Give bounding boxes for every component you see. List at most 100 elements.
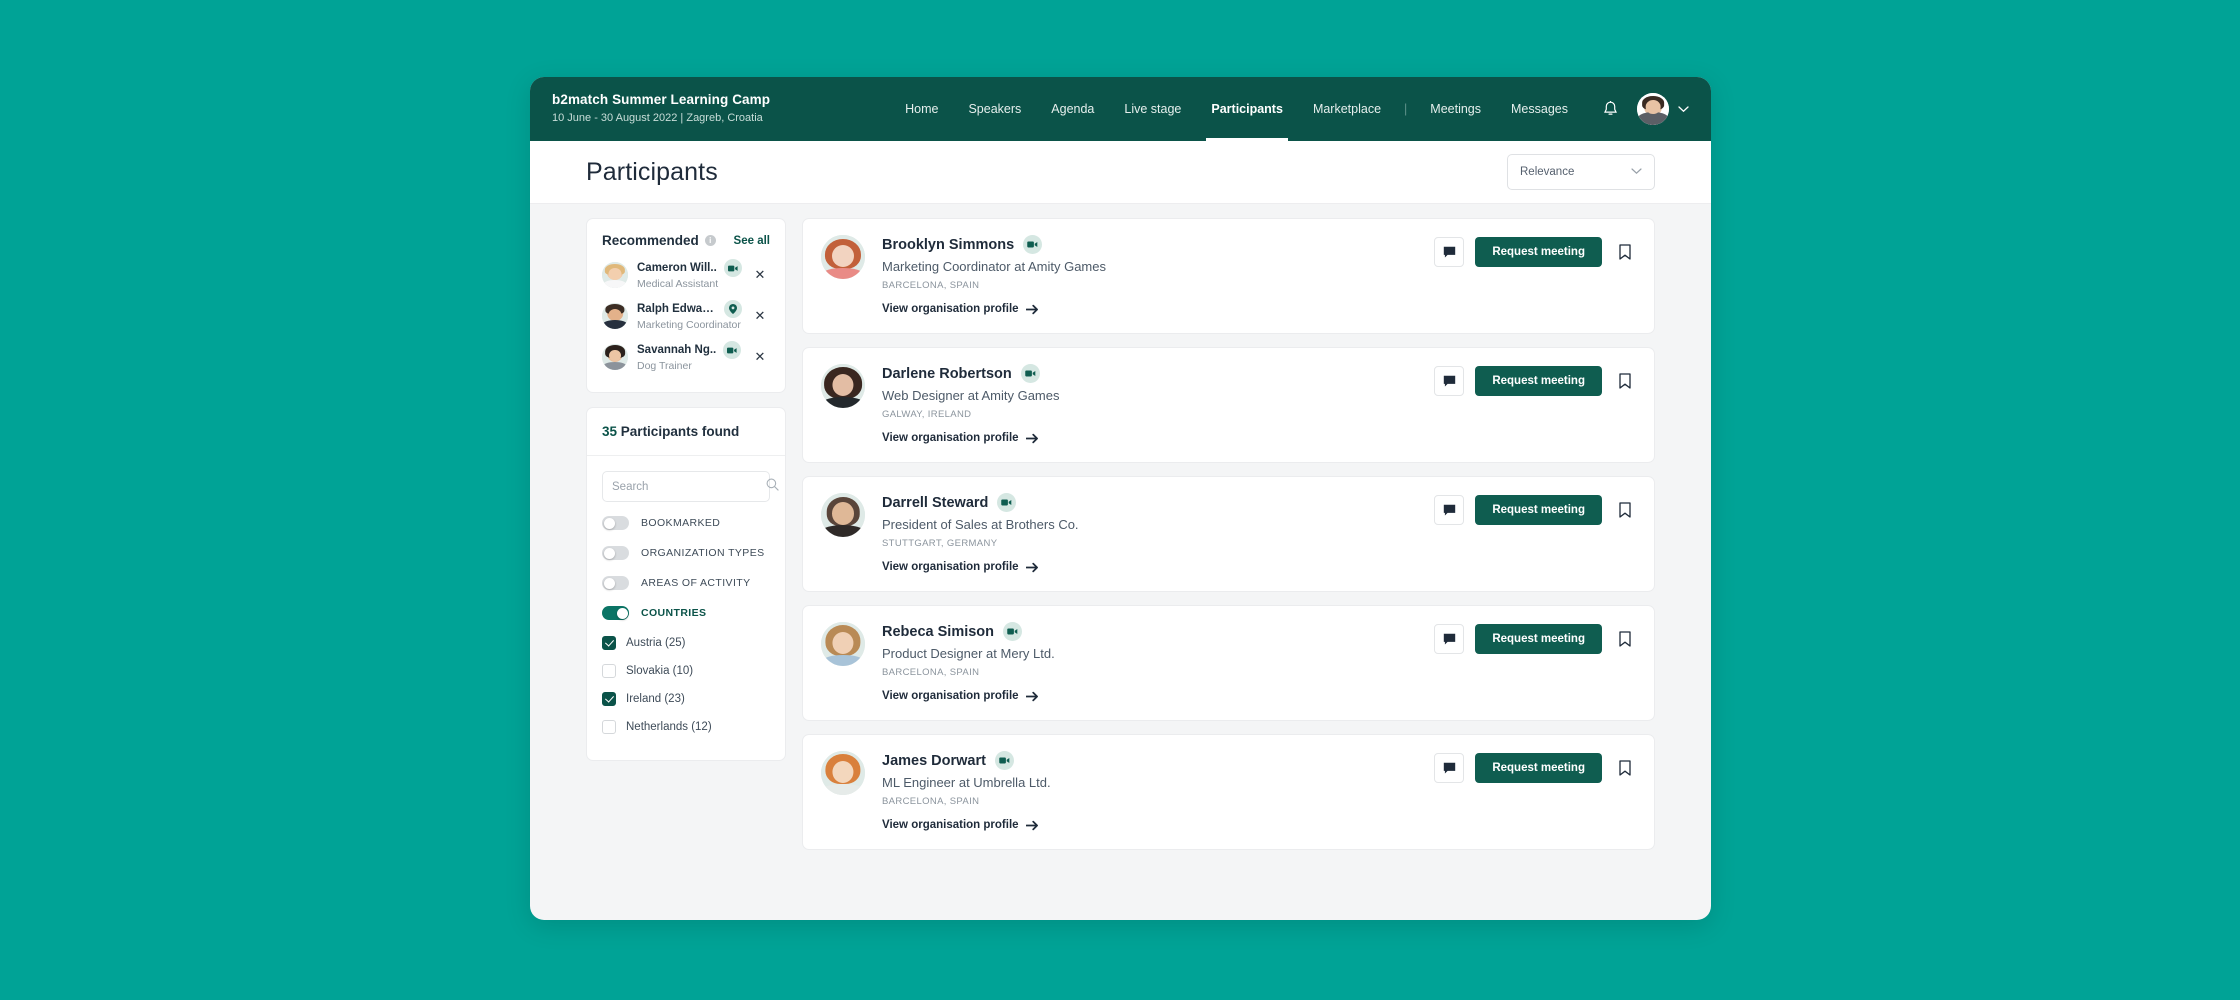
- participant-card[interactable]: Darrell Steward President of Sales at Br…: [802, 476, 1655, 592]
- participant-name: James Dorwart: [882, 752, 986, 769]
- participants-found: 35 Participants found: [587, 408, 785, 456]
- country-label: Ireland (23): [626, 693, 685, 705]
- nav-item-home[interactable]: Home: [890, 77, 953, 141]
- arrow-right-icon: [1025, 304, 1039, 315]
- page-header: Participants Relevance: [530, 141, 1711, 204]
- view-organisation-profile-link[interactable]: View organisation profile: [882, 690, 1039, 702]
- toggle-switch[interactable]: [602, 546, 629, 560]
- nav-item-marketplace[interactable]: Marketplace: [1298, 77, 1396, 141]
- chat-bubble-icon[interactable]: [1434, 237, 1465, 267]
- chat-bubble-icon[interactable]: [1434, 624, 1465, 654]
- filter-toggle-bookmarked[interactable]: BOOKMARKED: [602, 516, 770, 530]
- user-menu[interactable]: [1637, 93, 1689, 125]
- request-meeting-button[interactable]: Request meeting: [1475, 237, 1602, 267]
- view-profile-label: View organisation profile: [882, 819, 1019, 831]
- page-root: b2match Summer Learning Camp 10 June - 3…: [0, 0, 2240, 1000]
- nav-label: Live stage: [1124, 102, 1182, 116]
- chat-bubble-icon[interactable]: [1434, 495, 1465, 525]
- filter-toggle-countries[interactable]: COUNTRIES: [602, 606, 770, 620]
- toggle-switch[interactable]: [602, 576, 629, 590]
- view-organisation-profile-link[interactable]: View organisation profile: [882, 561, 1039, 573]
- video-icon: [997, 493, 1017, 512]
- location-pin-icon: [724, 300, 742, 318]
- view-organisation-profile-link[interactable]: View organisation profile: [882, 303, 1039, 315]
- nav-label: Messages: [1511, 102, 1568, 116]
- filter-toggle-label: AREAS OF ACTIVITY: [641, 577, 751, 589]
- bookmark-icon[interactable]: [1616, 757, 1634, 779]
- request-meeting-button[interactable]: Request meeting: [1475, 753, 1602, 783]
- close-icon[interactable]: ✕: [750, 308, 770, 324]
- request-meeting-button[interactable]: Request meeting: [1475, 624, 1602, 654]
- view-organisation-profile-link[interactable]: View organisation profile: [882, 432, 1039, 444]
- filter-toggle-label: BOOKMARKED: [641, 517, 721, 529]
- nav-item-agenda[interactable]: Agenda: [1036, 77, 1109, 141]
- participant-card[interactable]: Darlene Robertson Web Designer at Amity …: [802, 347, 1655, 463]
- bookmark-icon[interactable]: [1616, 499, 1634, 521]
- event-brand: b2match Summer Learning Camp 10 June - 3…: [552, 92, 770, 126]
- participant-actions: Request meeting: [1434, 751, 1634, 783]
- toggle-switch[interactable]: [602, 606, 629, 620]
- checkbox[interactable]: [602, 692, 616, 706]
- bell-icon[interactable]: [1593, 92, 1627, 126]
- request-meeting-button[interactable]: Request meeting: [1475, 366, 1602, 396]
- bookmark-icon[interactable]: [1616, 370, 1634, 392]
- nav-item-meetings[interactable]: Meetings: [1415, 77, 1496, 141]
- recommended-item[interactable]: Savannah Ng.. Dog Trainer ✕: [602, 341, 770, 372]
- checkbox[interactable]: [602, 720, 616, 734]
- request-meeting-button[interactable]: Request meeting: [1475, 495, 1602, 525]
- chevron-down-icon: [1631, 166, 1642, 178]
- nav-item-live-stage[interactable]: Live stage: [1109, 77, 1196, 141]
- participant-actions: Request meeting: [1434, 364, 1634, 396]
- country-checkbox-netherlands[interactable]: Netherlands (12): [602, 720, 770, 734]
- nav-separator: |: [1404, 102, 1408, 116]
- country-checkbox-slovakia[interactable]: Slovakia (10): [602, 664, 770, 678]
- bookmark-icon[interactable]: [1616, 241, 1634, 263]
- participant-actions: Request meeting: [1434, 622, 1634, 654]
- close-icon[interactable]: ✕: [750, 267, 770, 283]
- recommended-item[interactable]: Ralph Edwards Marketing Coordinator ✕: [602, 300, 770, 331]
- nav-item-messages[interactable]: Messages: [1496, 77, 1583, 141]
- participants-count: 35: [602, 424, 618, 439]
- search-box[interactable]: [602, 471, 779, 502]
- country-label: Austria (25): [626, 637, 686, 649]
- nav-item-speakers[interactable]: Speakers: [953, 77, 1036, 141]
- checkbox[interactable]: [602, 636, 616, 650]
- chat-bubble-icon[interactable]: [1434, 366, 1465, 396]
- avatar: [1637, 93, 1669, 125]
- recommended-panel: Recommended i See all Cameron Will.. Med…: [586, 218, 786, 393]
- info-icon[interactable]: i: [704, 235, 716, 246]
- sort-dropdown[interactable]: Relevance: [1507, 154, 1655, 190]
- toggle-switch[interactable]: [602, 516, 629, 530]
- avatar: [821, 622, 865, 666]
- video-icon: [723, 259, 742, 277]
- recommended-item-text: Ralph Edwards Marketing Coordinator: [637, 300, 742, 331]
- chat-bubble-icon[interactable]: [1434, 753, 1465, 783]
- filter-toggle-areas-of-activity[interactable]: AREAS OF ACTIVITY: [602, 576, 770, 590]
- country-checkbox-ireland[interactable]: Ireland (23): [602, 692, 770, 706]
- filter-toggle-organization-types[interactable]: ORGANIZATION TYPES: [602, 546, 770, 560]
- bookmark-icon[interactable]: [1616, 628, 1634, 650]
- see-all-link[interactable]: See all: [734, 235, 770, 247]
- view-organisation-profile-link[interactable]: View organisation profile: [882, 819, 1039, 831]
- participant-name: Brooklyn Simmons: [882, 236, 1015, 253]
- participant-info: James Dorwart ML Engineer at Umbrella Lt…: [882, 751, 1420, 833]
- recommended-item-role: Marketing Coordinator: [637, 319, 741, 331]
- participant-card[interactable]: Rebeca Simison Product Designer at Mery …: [802, 605, 1655, 721]
- video-icon: [723, 341, 742, 359]
- participant-card[interactable]: James Dorwart ML Engineer at Umbrella Lt…: [802, 734, 1655, 850]
- participant-role: Product Designer at Mery Ltd.: [882, 646, 1055, 661]
- close-icon[interactable]: ✕: [750, 349, 770, 365]
- country-checkbox-austria[interactable]: Austria (25): [602, 636, 770, 650]
- top-navigation-bar: b2match Summer Learning Camp 10 June - 3…: [530, 77, 1711, 141]
- recommended-item[interactable]: Cameron Will.. Medical Assistant ✕: [602, 259, 770, 290]
- avatar: [821, 751, 865, 795]
- checkbox[interactable]: [602, 664, 616, 678]
- nav-item-participants[interactable]: Participants: [1196, 77, 1298, 141]
- nav-label: Meetings: [1430, 102, 1482, 116]
- participant-card[interactable]: Brooklyn Simmons Marketing Coordinator a…: [802, 218, 1655, 334]
- event-subtitle: 10 June - 30 August 2022 | Zagreb, Croat…: [552, 111, 763, 124]
- nav-label: Participants: [1211, 102, 1283, 116]
- search-input[interactable]: [612, 480, 766, 493]
- participant-location: BARCELONA, SPAIN: [882, 280, 980, 291]
- recommended-item-role: Dog Trainer: [637, 360, 692, 372]
